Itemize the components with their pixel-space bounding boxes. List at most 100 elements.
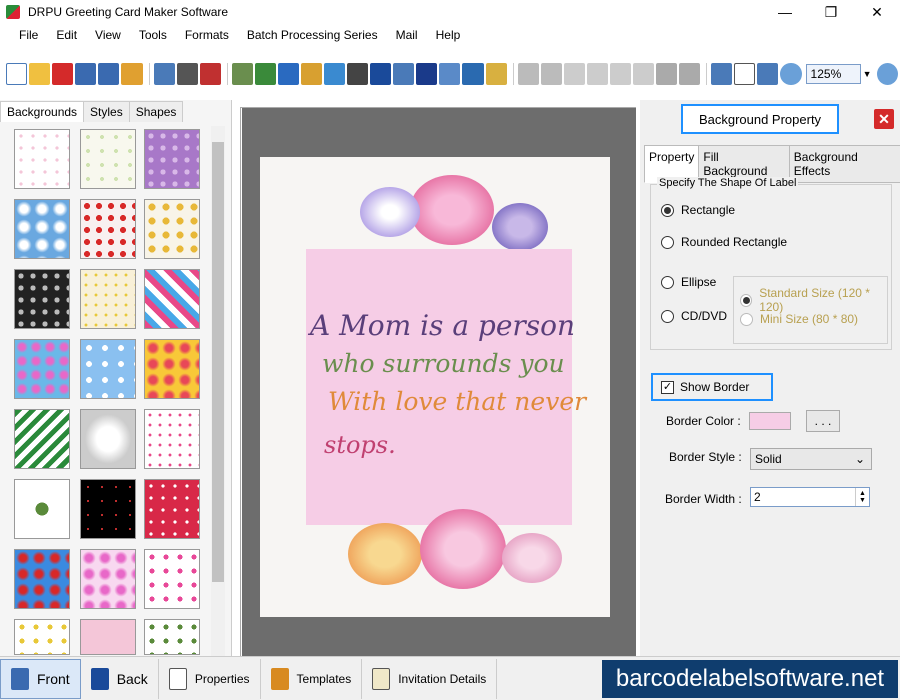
background-thumbnail[interactable]: [80, 269, 136, 329]
image-tool-icon[interactable]: [254, 63, 276, 85]
picture-tool-icon[interactable]: [300, 63, 322, 85]
menu-tools[interactable]: Tools: [130, 28, 176, 42]
minimize-button[interactable]: —: [762, 0, 808, 24]
menu-view[interactable]: View: [86, 28, 130, 42]
background-thumbnail[interactable]: [80, 409, 136, 469]
menu-batch-processing[interactable]: Batch Processing Series: [238, 28, 387, 42]
actual-size-icon[interactable]: [734, 63, 756, 85]
print-preview-icon[interactable]: [153, 63, 175, 85]
background-thumbnail[interactable]: [80, 619, 136, 655]
thumbnail-scrollbar[interactable]: [211, 126, 225, 656]
back-button[interactable]: Back: [81, 658, 159, 699]
card-line-1[interactable]: A Mom is a person: [310, 309, 575, 342]
properties-button[interactable]: Properties: [159, 658, 261, 699]
paste-icon[interactable]: [609, 63, 631, 85]
text-box-icon[interactable]: [393, 63, 415, 85]
background-thumbnail[interactable]: [14, 199, 70, 259]
background-thumbnail[interactable]: [144, 269, 200, 329]
line-icon[interactable]: [462, 63, 484, 85]
card-line-3[interactable]: With love that never: [328, 387, 586, 416]
database-icon[interactable]: [485, 63, 507, 85]
background-thumbnail[interactable]: [14, 479, 70, 539]
background-thumbnail[interactable]: [144, 549, 200, 609]
zoom-select[interactable]: 125%: [805, 64, 862, 84]
menu-file[interactable]: File: [10, 28, 47, 42]
invitation-details-button[interactable]: Invitation Details: [362, 658, 498, 699]
text-tool-icon[interactable]: [370, 63, 392, 85]
grid-icon[interactable]: [711, 63, 733, 85]
templates-button[interactable]: Templates: [261, 658, 363, 699]
menu-mail[interactable]: Mail: [387, 28, 427, 42]
line-tool-icon[interactable]: [231, 63, 253, 85]
email-icon[interactable]: [439, 63, 461, 85]
radio-cd-dvd[interactable]: CD/DVD: [661, 309, 727, 323]
background-thumbnail[interactable]: [14, 129, 70, 189]
save-as-icon[interactable]: [98, 63, 120, 85]
radio-rectangle[interactable]: Rectangle: [661, 203, 735, 217]
background-thumbnail[interactable]: [14, 339, 70, 399]
background-thumbnail[interactable]: [80, 129, 136, 189]
background-thumbnail[interactable]: [144, 339, 200, 399]
background-thumbnail[interactable]: [80, 549, 136, 609]
chevron-down-icon[interactable]: ▼: [861, 64, 873, 84]
stepper-down-icon[interactable]: ▼: [859, 497, 866, 504]
barcode-icon[interactable]: [347, 63, 369, 85]
tab-background-effects[interactable]: Background Effects: [788, 145, 900, 183]
scrollbar-thumb[interactable]: [212, 142, 224, 582]
background-thumbnail[interactable]: [144, 129, 200, 189]
background-thumbnail[interactable]: [80, 479, 136, 539]
delete-icon[interactable]: [632, 63, 655, 85]
menu-help[interactable]: Help: [427, 28, 470, 42]
tab-shapes[interactable]: Shapes: [128, 101, 184, 122]
border-color-swatch[interactable]: [749, 412, 791, 430]
maximize-button[interactable]: ❐: [808, 0, 854, 24]
undo-icon[interactable]: [517, 63, 539, 85]
background-thumbnail[interactable]: [14, 409, 70, 469]
menu-formats[interactable]: Formats: [176, 28, 238, 42]
border-style-select[interactable]: Solid ⌄: [750, 448, 872, 470]
background-thumbnail[interactable]: [144, 479, 200, 539]
pencil-tool-icon[interactable]: [277, 63, 299, 85]
radio-rounded-rectangle[interactable]: Rounded Rectangle: [661, 235, 787, 249]
card-line-2[interactable]: who surrounds you: [322, 349, 565, 378]
background-thumbnail[interactable]: [14, 269, 70, 329]
show-border-checkbox[interactable]: ✓ Show Border: [651, 373, 773, 401]
cut-icon[interactable]: [563, 63, 585, 85]
redo-icon[interactable]: [540, 63, 562, 85]
front-button[interactable]: Front: [0, 658, 81, 699]
bring-front-icon[interactable]: [656, 63, 678, 85]
save-icon[interactable]: [75, 63, 97, 85]
send-back-icon[interactable]: [679, 63, 701, 85]
radio-button[interactable]: [661, 235, 674, 249]
checkbox[interactable]: ✓: [661, 380, 674, 394]
wordart-icon[interactable]: [324, 63, 346, 85]
export-icon[interactable]: [121, 63, 143, 85]
print-batch-icon[interactable]: [199, 63, 221, 85]
copy-icon[interactable]: [586, 63, 608, 85]
menu-edit[interactable]: Edit: [47, 28, 86, 42]
card-line-4[interactable]: stops.: [324, 431, 396, 459]
signature-icon[interactable]: [416, 63, 438, 85]
background-thumbnail[interactable]: [14, 549, 70, 609]
background-thumbnail[interactable]: [144, 199, 200, 259]
tab-styles[interactable]: Styles: [83, 101, 130, 122]
background-thumbnail[interactable]: [80, 199, 136, 259]
print-icon[interactable]: [176, 63, 198, 85]
new-icon[interactable]: [6, 63, 28, 85]
greeting-card[interactable]: A Mom is a person who surrounds you With…: [260, 157, 610, 617]
zoom-out-icon[interactable]: [876, 63, 898, 85]
close-doc-icon[interactable]: [52, 63, 74, 85]
radio-button[interactable]: [661, 275, 674, 289]
close-button[interactable]: ✕: [854, 0, 900, 24]
zoom-in-icon[interactable]: [780, 63, 802, 85]
fit-window-icon[interactable]: [757, 63, 779, 85]
background-thumbnail[interactable]: [144, 619, 200, 655]
background-thumbnail[interactable]: [80, 339, 136, 399]
stepper-up-icon[interactable]: ▲: [859, 490, 866, 497]
radio-button[interactable]: [661, 309, 674, 323]
radio-ellipse[interactable]: Ellipse: [661, 275, 716, 289]
color-picker-button[interactable]: . . .: [806, 410, 840, 432]
tab-backgrounds[interactable]: Backgrounds: [0, 101, 85, 122]
radio-button[interactable]: [661, 203, 674, 217]
close-panel-icon[interactable]: ✕: [874, 109, 894, 129]
